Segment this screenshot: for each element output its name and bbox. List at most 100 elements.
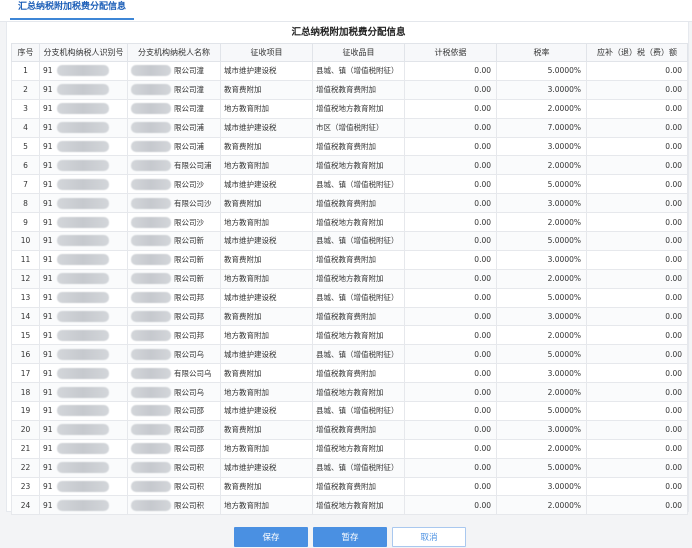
row-category: 增值税地方教育附加 <box>312 325 405 346</box>
redaction-mask <box>131 329 171 341</box>
row-category: 增值税教育费附加 <box>312 476 405 497</box>
table-row[interactable]: 21 91 限公司邵 地方教育附加 增值税地方教育附加 0.00 2.0000% 0.00 <box>11 438 688 459</box>
tax-id-prefix: 91 <box>43 387 53 397</box>
redaction-mask <box>56 367 109 379</box>
table-row[interactable]: 7 91 限公司沙 城市维护建设税 县城、镇（增值税附征） 0.00 5.0000% 0.00 <box>11 174 688 195</box>
name-suffix: 限公司潼 <box>174 104 204 114</box>
table-row[interactable]: 12 91 限公司新 地方教育附加 增值税地方教育附加 0.00 2.0000% 0.00 <box>11 268 688 289</box>
row-tax-id: 91 <box>39 249 128 270</box>
row-amount: 0.00 <box>586 401 688 421</box>
table-row[interactable]: 8 91 有限公司沙 教育费附加 增值税教育费附加 0.00 3.0000% 0.00 <box>11 193 688 214</box>
redaction-mask <box>131 462 171 474</box>
table-row[interactable]: 23 91 限公司积 教育费附加 增值税教育费附加 0.00 3.0000% 0.00 <box>11 476 688 497</box>
table-row[interactable]: 19 91 限公司邵 城市维护建设税 县城、镇（增值税附征） 0.00 5.0000% 0.0… <box>11 401 688 421</box>
row-rate: 2.0000% <box>496 98 587 119</box>
row-rate: 2.0000% <box>496 382 587 403</box>
row-name: 限公司乌 <box>127 382 221 403</box>
redaction-mask <box>56 103 109 115</box>
table-row[interactable]: 9 91 限公司沙 地方教育附加 增值税地方教育附加 0.00 2.0000% 0.00 <box>11 212 688 233</box>
save-button[interactable]: 保存 <box>234 527 308 547</box>
row-name: 有限公司乌 <box>127 363 221 384</box>
table-row[interactable]: 22 91 限公司积 城市维护建设税 县城、镇（增值税附征） 0.00 5.0000% 0.0… <box>11 457 688 478</box>
row-name: 限公司积 <box>127 495 221 516</box>
col-header-name: 分支机构纳税人名称 <box>127 43 221 62</box>
row-index: 7 <box>11 174 40 195</box>
row-rate: 3.0000% <box>496 193 587 214</box>
tax-id-prefix: 91 <box>43 217 53 227</box>
row-item: 城市维护建设税 <box>220 344 313 365</box>
row-item: 地方教育附加 <box>220 268 313 289</box>
row-index: 14 <box>11 306 40 327</box>
row-rate: 2.0000% <box>496 268 587 289</box>
row-index: 2 <box>11 79 40 100</box>
table-row[interactable]: 1 91 限公司潼 城市维护建设税 县城、镇（增值税附征） 0.00 5.0000% 0.00 <box>11 61 688 81</box>
table-row[interactable]: 2 91 限公司潼 教育费附加 增值税教育费附加 0.00 3.0000% 0.00 <box>11 79 688 100</box>
redaction-mask <box>56 216 109 228</box>
row-index: 16 <box>11 344 40 365</box>
table-row[interactable]: 15 91 限公司邦 地方教育附加 增值税地方教育附加 0.00 2.0000% 0.00 <box>11 325 688 346</box>
table-row[interactable]: 24 91 限公司积 地方教育附加 增值税地方教育附加 0.00 2.0000% 0.00 <box>11 495 688 516</box>
row-category: 增值税教育费附加 <box>312 419 405 440</box>
row-item: 教育费附加 <box>220 363 313 384</box>
table-row[interactable]: 11 91 限公司新 教育费附加 增值税教育费附加 0.00 3.0000% 0.00 <box>11 249 688 270</box>
table-row[interactable]: 20 91 限公司邵 教育费附加 增值税教育费附加 0.00 3.0000% 0.00 <box>11 419 688 440</box>
table-row[interactable]: 5 91 限公司浦 教育费附加 增值税教育费附加 0.00 3.0000% 0.00 <box>11 136 688 157</box>
redaction-mask <box>56 178 109 190</box>
row-amount: 0.00 <box>586 495 688 516</box>
draft-button[interactable]: 暂存 <box>313 527 387 547</box>
table-body: 1 91 限公司潼 城市维护建设税 县城、镇（增值税附征） 0.00 5.0000% 0.00… <box>11 61 688 516</box>
row-tax-id: 91 <box>39 401 128 421</box>
row-tax-id: 91 <box>39 325 128 346</box>
tax-id-prefix: 91 <box>43 368 53 378</box>
row-rate: 5.0000% <box>496 61 587 81</box>
row-name: 限公司邦 <box>127 287 221 308</box>
table-row[interactable]: 14 91 限公司邦 教育费附加 增值税教育费附加 0.00 3.0000% 0.00 <box>11 306 688 327</box>
cancel-button[interactable]: 取消 <box>392 527 466 547</box>
col-header-rate: 税率 <box>496 43 587 62</box>
row-name: 限公司潼 <box>127 61 221 81</box>
table-row[interactable]: 10 91 限公司新 城市维护建设税 县城、镇（增值税附征） 0.00 5.0000% 0.0… <box>11 231 688 251</box>
row-index: 15 <box>11 325 40 346</box>
row-base: 0.00 <box>404 325 497 346</box>
tax-id-prefix: 91 <box>43 104 53 114</box>
redaction-mask <box>56 443 109 455</box>
row-index: 6 <box>11 155 40 176</box>
row-item: 地方教育附加 <box>220 212 313 233</box>
row-rate: 5.0000% <box>496 287 587 308</box>
table-row[interactable]: 17 91 有限公司乌 教育费附加 增值税教育费附加 0.00 3.0000% 0.00 <box>11 363 688 384</box>
row-name: 限公司新 <box>127 268 221 289</box>
redaction-mask <box>131 311 171 323</box>
redaction-mask <box>131 405 171 417</box>
tax-id-prefix: 91 <box>43 179 53 189</box>
table-row[interactable]: 6 91 有限公司浦 地方教育附加 增值税地方教育附加 0.00 2.0000% 0.00 <box>11 155 688 176</box>
row-item: 教育费附加 <box>220 476 313 497</box>
row-base: 0.00 <box>404 117 497 138</box>
row-tax-id: 91 <box>39 174 128 195</box>
row-index: 10 <box>11 231 40 251</box>
row-amount: 0.00 <box>586 344 688 365</box>
row-index: 13 <box>11 287 40 308</box>
tax-id-prefix: 91 <box>43 444 53 454</box>
row-index: 21 <box>11 438 40 459</box>
row-index: 24 <box>11 495 40 516</box>
tax-id-prefix: 91 <box>43 482 53 492</box>
table-row[interactable]: 16 91 限公司乌 城市维护建设税 县城、镇（增值税附征） 0.00 5.0000% 0.0… <box>11 344 688 365</box>
table-row[interactable]: 13 91 限公司邦 城市维护建设税 县城、镇（增值税附征） 0.00 5.0000% 0.0… <box>11 287 688 308</box>
row-amount: 0.00 <box>586 61 688 81</box>
redaction-mask <box>131 386 171 398</box>
table-row[interactable]: 3 91 限公司潼 地方教育附加 增值税地方教育附加 0.00 2.0000% 0.00 <box>11 98 688 119</box>
name-suffix: 限公司新 <box>174 236 204 246</box>
redaction-mask <box>56 254 109 266</box>
row-name: 限公司邵 <box>127 419 221 440</box>
row-name: 有限公司浦 <box>127 155 221 176</box>
row-item: 城市维护建设税 <box>220 401 313 421</box>
table-row[interactable]: 4 91 限公司浦 城市维护建设税 市区（增值税附征） 0.00 7.0000% 0.00 <box>11 117 688 138</box>
tax-id-prefix: 91 <box>43 406 53 416</box>
row-name: 限公司邦 <box>127 306 221 327</box>
row-category: 县城、镇（增值税附征） <box>312 231 405 251</box>
table-row[interactable]: 18 91 限公司乌 地方教育附加 增值税地方教育附加 0.00 2.0000% 0.00 <box>11 382 688 403</box>
row-item: 教育费附加 <box>220 193 313 214</box>
row-tax-id: 91 <box>39 438 128 459</box>
row-rate: 3.0000% <box>496 363 587 384</box>
name-suffix: 限公司乌 <box>174 387 204 397</box>
